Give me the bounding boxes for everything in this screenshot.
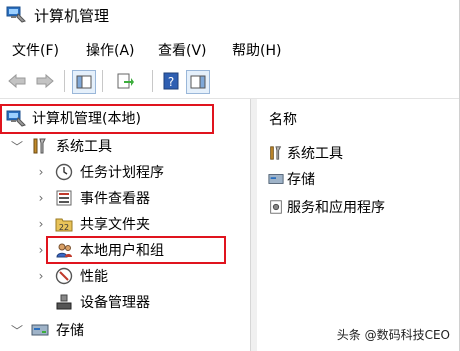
menu-action[interactable]: 操作(A) <box>86 40 135 60</box>
show-hide-tree-icon[interactable] <box>72 70 96 94</box>
highlight-box-root <box>0 104 214 134</box>
tree-item-label: 存储 <box>56 323 84 339</box>
tree-item-event-viewer[interactable]: › 事件查看器 <box>34 185 150 211</box>
chevron-right-icon[interactable]: › <box>34 269 48 283</box>
svg-text:?: ? <box>168 75 174 89</box>
back-icon[interactable] <box>6 70 28 92</box>
tree-item-label: 事件查看器 <box>80 191 150 207</box>
column-header-name[interactable]: 名称 <box>269 109 297 129</box>
list-item-label: 服务和应用程序 <box>287 200 385 216</box>
toolbar-separator <box>102 70 103 92</box>
forward-icon[interactable] <box>34 70 56 92</box>
tree-item-label: 任务计划程序 <box>80 165 164 181</box>
tree-item-performance[interactable]: › 性能 <box>34 263 108 289</box>
help-icon[interactable]: ? <box>160 70 182 92</box>
menu-view[interactable]: 查看(V) <box>158 40 207 60</box>
tree-item-system-tools[interactable]: ﹀ 系统工具 <box>10 133 112 159</box>
computer-management-icon <box>6 5 26 23</box>
menu-file[interactable]: 文件(F) <box>12 40 59 60</box>
shared-folder-icon: 22 <box>54 214 74 234</box>
tree-item-shared-folders[interactable]: › 22 共享文件夹 <box>34 211 150 237</box>
list-item-label: 系统工具 <box>287 146 343 162</box>
window-title: 计算机管理 <box>34 7 110 25</box>
watermark: 头条 @数码科技CEO <box>336 328 450 342</box>
tree-item-device-manager[interactable]: 设备管理器 <box>54 289 150 315</box>
tools-icon <box>30 136 50 156</box>
tree-item-label: 共享文件夹 <box>80 217 150 233</box>
details-pane: 名称 系统工具 存储 服务和应用程序 <box>257 99 460 351</box>
tree-item-label: 系统工具 <box>56 139 112 155</box>
menu-bar: 文件(F) 操作(A) 查看(V) 帮助(H) <box>0 34 460 64</box>
performance-icon <box>54 266 74 286</box>
highlight-box-local-users <box>46 236 226 264</box>
tree-item-label: 设备管理器 <box>80 295 150 311</box>
storage-icon <box>267 170 285 188</box>
toolbar: ? <box>0 64 460 99</box>
chevron-right-icon[interactable]: › <box>34 191 48 205</box>
list-item-storage[interactable]: 存储 <box>267 167 315 191</box>
clock-icon <box>54 162 74 182</box>
toolbar-separator <box>64 70 65 92</box>
services-icon <box>267 198 285 216</box>
view-icon[interactable] <box>186 70 210 94</box>
toolbar-separator <box>152 70 153 92</box>
tree-item-label: 性能 <box>80 269 108 285</box>
list-item-label: 存储 <box>287 172 315 188</box>
tree-item-storage[interactable]: ﹀ 存储 <box>10 317 84 343</box>
svg-text:22: 22 <box>59 223 69 232</box>
list-item-services[interactable]: 服务和应用程序 <box>267 195 385 219</box>
tree-item-task-scheduler[interactable]: › 任务计划程序 <box>34 159 164 185</box>
tools-icon <box>267 144 285 162</box>
title-bar: 计算机管理 <box>0 0 460 30</box>
event-viewer-icon <box>54 188 74 208</box>
tree-pane: 计算机管理(本地) ﹀ 系统工具 › 任务计划程序 › 事件查看器 › 22 共… <box>0 99 250 351</box>
list-item-system-tools[interactable]: 系统工具 <box>267 141 343 165</box>
chevron-right-icon[interactable]: › <box>34 165 48 179</box>
device-manager-icon <box>54 292 74 312</box>
chevron-down-icon[interactable]: ﹀ <box>10 323 24 338</box>
chevron-down-icon[interactable]: ﹀ <box>10 139 24 154</box>
chevron-right-icon[interactable]: › <box>34 217 48 231</box>
export-list-icon[interactable] <box>114 70 136 92</box>
storage-icon <box>30 320 50 340</box>
menu-help[interactable]: 帮助(H) <box>232 40 281 60</box>
